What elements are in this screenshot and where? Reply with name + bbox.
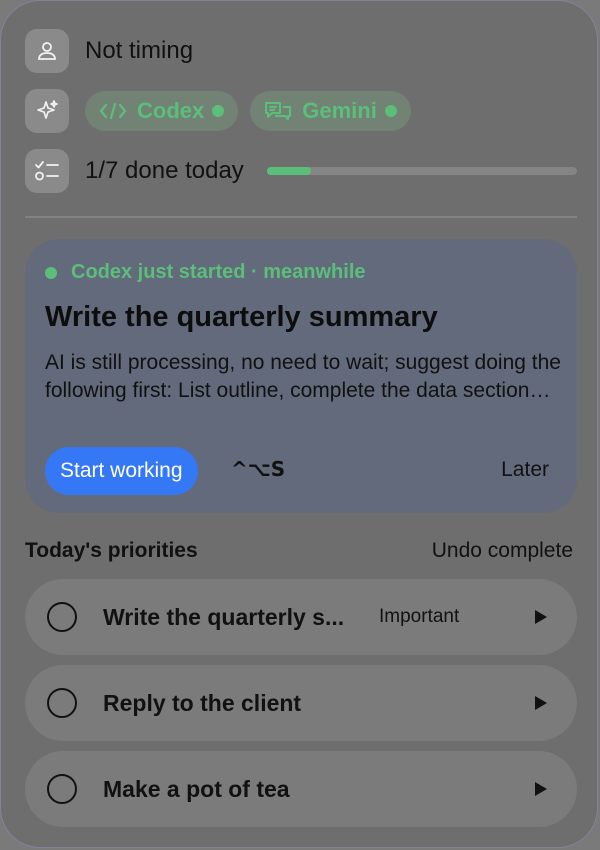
status-dot bbox=[45, 266, 57, 279]
suggestion-card: Codex just started · meanwhile Write the… bbox=[25, 239, 577, 513]
progress-bar-fill bbox=[267, 167, 312, 175]
task-item[interactable]: Write the quarterly s... Important bbox=[25, 579, 577, 655]
suggestion-status: Codex just started · meanwhile bbox=[45, 261, 366, 284]
code-icon bbox=[99, 101, 127, 121]
progress-bar bbox=[267, 167, 577, 175]
play-icon[interactable] bbox=[535, 610, 547, 624]
timer-row: Not timing bbox=[25, 29, 193, 73]
suggestion-title: Write the quarterly summary bbox=[45, 301, 438, 333]
task-checkbox[interactable] bbox=[47, 602, 77, 632]
task-checkbox[interactable] bbox=[47, 688, 77, 718]
focus-panel: Not timing Codex Gemini 1/7 done today C… bbox=[0, 0, 598, 848]
task-item[interactable]: Make a pot of tea bbox=[25, 751, 577, 827]
play-icon[interactable] bbox=[535, 782, 547, 796]
person-icon[interactable] bbox=[25, 29, 69, 73]
task-label: Reply to the client bbox=[103, 689, 302, 716]
task-checkbox[interactable] bbox=[47, 774, 77, 804]
undo-complete-button[interactable]: Undo complete bbox=[432, 539, 573, 563]
agent-label: Gemini bbox=[302, 98, 377, 123]
divider bbox=[25, 216, 577, 218]
checklist-icon[interactable] bbox=[25, 149, 69, 193]
agent-label: Codex bbox=[137, 98, 205, 123]
play-icon[interactable] bbox=[535, 696, 547, 710]
agent-status-dot bbox=[384, 105, 397, 117]
task-label: Make a pot of tea bbox=[103, 775, 290, 802]
suggestion-status-text: Codex just started · meanwhile bbox=[71, 261, 366, 283]
task-item[interactable]: Reply to the client bbox=[25, 665, 577, 741]
agent-chip-gemini[interactable]: Gemini bbox=[250, 91, 411, 131]
agent-chip-codex[interactable]: Codex bbox=[85, 91, 239, 131]
timer-status: Not timing bbox=[85, 37, 194, 64]
priorities-title: Today's priorities bbox=[25, 539, 198, 562]
progress-label: 1/7 done today bbox=[85, 157, 244, 184]
keyboard-shortcut: ^⌥S bbox=[231, 457, 286, 481]
suggestion-description: AI is still processing, no need to wait;… bbox=[45, 351, 561, 402]
task-tag: Important bbox=[379, 606, 460, 627]
sparkle-icon[interactable] bbox=[25, 89, 69, 133]
start-working-button[interactable]: Start working bbox=[45, 447, 198, 495]
chat-bubbles-icon bbox=[264, 100, 292, 122]
later-button[interactable]: Later bbox=[501, 458, 549, 482]
task-label: Write the quarterly s... bbox=[103, 603, 345, 630]
agents-row: Codex Gemini bbox=[25, 89, 411, 133]
agent-status-dot bbox=[212, 105, 225, 117]
progress-row: 1/7 done today bbox=[25, 149, 244, 193]
